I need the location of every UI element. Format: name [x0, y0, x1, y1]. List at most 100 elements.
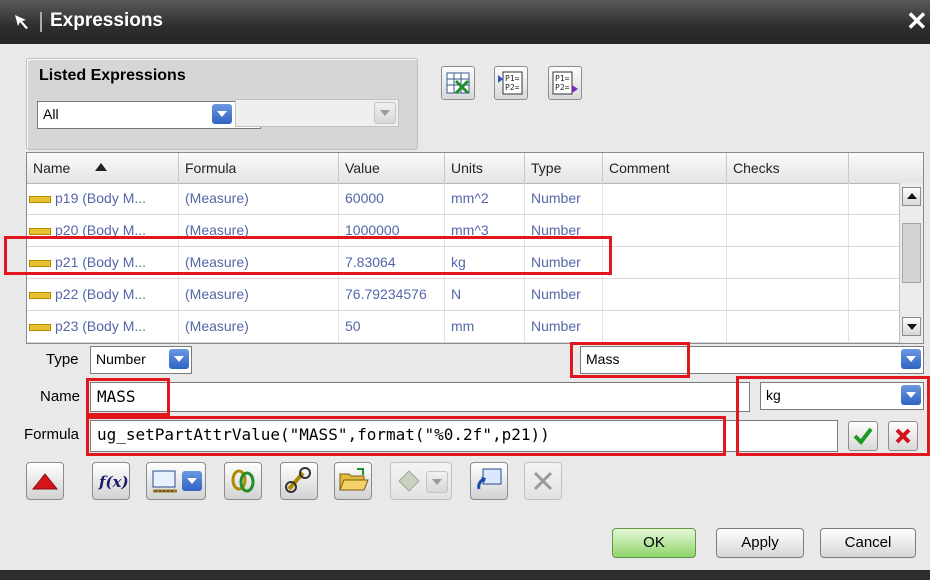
- table-cell-checks: [727, 215, 849, 246]
- window-bottom-edge: [0, 570, 930, 580]
- expression-name: p22 (Body M...: [55, 286, 147, 302]
- table-cell-comment: [603, 279, 727, 310]
- close-button[interactable]: ✕: [906, 6, 930, 36]
- table-row[interactable]: p23 (Body M... (Measure) 50 mm Number: [27, 311, 899, 343]
- open-file-button[interactable]: [334, 462, 372, 500]
- collapse-button[interactable]: [26, 462, 64, 500]
- dimension-combo[interactable]: Mass: [580, 346, 924, 374]
- chevron-down-icon: [374, 102, 396, 124]
- formula-input-value: ug_setPartAttrValue("MASS",format("%0.2f…: [97, 425, 550, 444]
- svg-text:f(x): f(x): [98, 473, 129, 491]
- insert-function-button[interactable]: f(x): [92, 462, 130, 500]
- chevron-down-icon[interactable]: [169, 349, 189, 369]
- chevron-down-icon[interactable]: [901, 349, 921, 369]
- table-cell-value: 50: [339, 311, 445, 342]
- table-cell-name: p22 (Body M...: [27, 279, 179, 310]
- folder-open-icon: [339, 468, 369, 491]
- table-cell-checks: [727, 247, 849, 278]
- units-value: kg: [766, 387, 781, 403]
- units-combo[interactable]: kg: [760, 382, 924, 410]
- import-expressions-button[interactable]: P1= P2=: [494, 66, 528, 100]
- scrollbar-thumb[interactable]: [902, 223, 921, 283]
- spreadsheet-icon: [446, 72, 470, 95]
- column-header-units[interactable]: Units: [445, 153, 525, 183]
- table-row[interactable]: p19 (Body M... (Measure) 60000 mm^2 Number: [27, 183, 899, 215]
- table-header: Name Formula Value Units Type Comment Ch…: [27, 153, 923, 184]
- formula-input[interactable]: ug_setPartAttrValue("MASS",format("%0.2f…: [90, 420, 838, 452]
- column-header-checks[interactable]: Checks: [727, 153, 849, 183]
- column-header-comment[interactable]: Comment: [603, 153, 727, 183]
- column-header-value[interactable]: Value: [339, 153, 445, 183]
- type-combo[interactable]: Number: [90, 346, 192, 374]
- table-row[interactable]: p21 (Body M... (Measure) 7.83064 kg Number: [27, 247, 899, 279]
- table-cell-value: 60000: [339, 183, 445, 214]
- table-cell-name: p23 (Body M...: [27, 311, 179, 342]
- reject-edit-button[interactable]: [888, 421, 918, 451]
- table-cell-comment: [603, 215, 727, 246]
- apply-button[interactable]: Apply: [716, 528, 804, 558]
- table-cell-name: p20 (Body M...: [27, 215, 179, 246]
- function-icon: f(x): [98, 473, 129, 491]
- expressions-table: Name Formula Value Units Type Comment Ch…: [26, 152, 924, 344]
- listed-filter-combo[interactable]: All: [37, 101, 261, 129]
- table-cell-comment: [603, 247, 727, 278]
- table-cell-units: kg: [445, 247, 525, 278]
- accept-edit-button[interactable]: [848, 421, 878, 451]
- chain-link-icon: [231, 469, 255, 493]
- column-header-formula[interactable]: Formula: [179, 153, 339, 183]
- type-value: Number: [96, 351, 146, 367]
- expression-icon: [29, 291, 51, 299]
- table-cell-name: p21 (Body M...: [27, 247, 179, 278]
- table-cell-type: Number: [525, 279, 603, 310]
- chevron-down-icon[interactable]: [901, 385, 921, 405]
- triangle-up-icon: [31, 473, 59, 490]
- import-icon: P1= P2=: [498, 71, 523, 95]
- table-cell-formula: (Measure): [179, 279, 339, 310]
- type-label: Type: [46, 351, 79, 368]
- expression-name: p21 (Body M...: [55, 254, 147, 270]
- listed-expressions-title: Listed Expressions: [39, 67, 186, 84]
- table-row[interactable]: p22 (Body M... (Measure) 76.79234576 N Numbe…: [27, 279, 899, 311]
- export-icon: P1= P2=: [552, 71, 578, 95]
- column-header-type[interactable]: Type: [525, 153, 603, 183]
- ok-button[interactable]: OK: [612, 528, 696, 558]
- export-expressions-button[interactable]: P1= P2=: [548, 66, 582, 100]
- function-reference-button[interactable]: [224, 462, 262, 500]
- delete-button: [524, 462, 562, 500]
- expression-name: p20 (Body M...: [55, 222, 147, 238]
- table-cell-checks: [727, 183, 849, 214]
- table-row[interactable]: p20 (Body M... (Measure) 1000000 mm^3 Number: [27, 215, 899, 247]
- table-cell-type: Number: [525, 183, 603, 214]
- table-cell-units: mm^2: [445, 183, 525, 214]
- delete-interpart-button: [390, 462, 452, 500]
- table-cell-formula: (Measure): [179, 215, 339, 246]
- table-cell-type: Number: [525, 247, 603, 278]
- cancel-button[interactable]: Cancel: [820, 528, 916, 558]
- chevron-down-icon[interactable]: [182, 471, 202, 491]
- secondary-filter-combo: [235, 99, 399, 127]
- measure-icon: [152, 470, 177, 493]
- title-separator: [40, 12, 42, 32]
- expression-icon: [29, 323, 51, 331]
- refresh-button[interactable]: [470, 462, 508, 500]
- scroll-up-arrow-icon[interactable]: [902, 187, 921, 206]
- title-bar: Expressions ✕: [0, 0, 930, 45]
- table-cell-type: Number: [525, 311, 603, 342]
- table-cell-formula: (Measure): [179, 183, 339, 214]
- spreadsheet-edit-button[interactable]: [441, 66, 475, 100]
- chevron-down-icon[interactable]: [212, 104, 232, 124]
- name-input[interactable]: MASS: [90, 382, 750, 412]
- delete-x-icon: [533, 471, 553, 491]
- expression-name: p19 (Body M...: [55, 190, 147, 206]
- table-cell-formula: (Measure): [179, 311, 339, 342]
- checkmark-icon: [853, 427, 873, 446]
- scroll-down-arrow-icon[interactable]: [902, 317, 921, 336]
- table-cell-value: 1000000: [339, 215, 445, 246]
- svg-text:P1=: P1=: [505, 74, 520, 83]
- chevron-down-icon: [426, 471, 448, 493]
- vertical-scrollbar[interactable]: [899, 183, 923, 343]
- link-expression-button[interactable]: [280, 462, 318, 500]
- table-cell-units: mm^3: [445, 215, 525, 246]
- measure-dropdown-button[interactable]: [146, 462, 206, 500]
- table-cell-checks: [727, 311, 849, 342]
